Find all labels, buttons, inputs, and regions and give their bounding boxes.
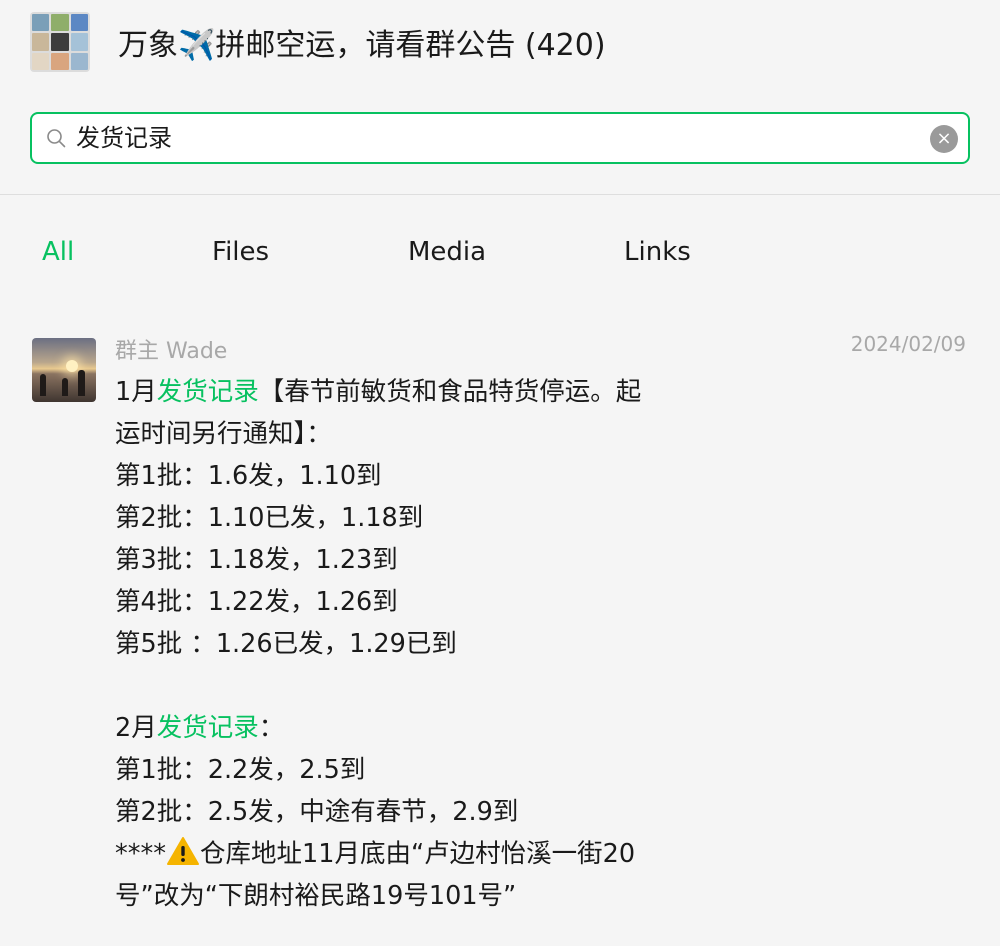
chat-header: 万象✈️拼邮空运，请看群公告 (420)	[0, 0, 1000, 90]
search-box[interactable]: 发货记录 ×	[30, 112, 970, 164]
tab-media[interactable]: Media	[408, 230, 486, 274]
close-icon: ×	[936, 128, 952, 149]
header-divider	[0, 194, 1000, 195]
tab-files[interactable]: Files	[212, 230, 269, 274]
group-avatar[interactable]	[30, 12, 90, 72]
message-line: 第1批：2.2发，2.5到	[115, 749, 715, 791]
warning-icon	[167, 837, 199, 865]
message-line: 第1批：1.6发，1.10到	[115, 455, 715, 497]
message-line: 第4批：1.22发，1.26到	[115, 581, 715, 623]
message-date: 2024/02/09	[850, 332, 966, 356]
message-line: 号”改为“下朗村裕民路19号101号”	[115, 875, 715, 917]
message-text: 2月	[115, 713, 157, 743]
search-highlight: 发货记录	[156, 377, 259, 407]
search-icon	[47, 129, 66, 148]
message-line: 1月发货记录【春节前敏货和食品特货停运。起	[115, 371, 715, 413]
group-title: 万象✈️拼邮空运，请看群公告 (420)	[118, 28, 606, 63]
sender-avatar[interactable]	[32, 338, 96, 402]
message-line: 第2批：2.5发，中途有春节，2.9到	[115, 791, 715, 833]
message-text: ：	[258, 713, 285, 743]
message-text: 第1批：1.6发，1.10到	[115, 461, 382, 491]
message-line: 第5批 ：1.26已发，1.29已到	[115, 623, 715, 665]
message-text: 第2批：1.10已发，1.18到	[115, 503, 424, 533]
message-text: 仓库地址11月底由“卢边村怡溪一街20	[200, 839, 636, 869]
message-text: 第4批：1.22发，1.26到	[115, 587, 398, 617]
message-text: ****	[115, 839, 166, 869]
tab-links[interactable]: Links	[624, 230, 691, 274]
message-line	[115, 665, 715, 707]
message-line: 运时间另行通知】：	[115, 413, 715, 455]
message-line: 第2批：1.10已发，1.18到	[115, 497, 715, 539]
message-text: 第3批：1.18发，1.23到	[115, 545, 398, 575]
search-input[interactable]: 发货记录	[76, 123, 172, 153]
filter-tabs: All Files Media Links	[0, 230, 1000, 274]
message-text: 第1批：2.2发，2.5到	[115, 755, 366, 785]
message-text: 第2批：2.5发，中途有春节，2.9到	[115, 797, 519, 827]
message-text: 运时间另行通知】：	[115, 419, 332, 449]
message-text: 1月	[115, 377, 157, 407]
message-line: 2月发货记录：	[115, 707, 715, 749]
tab-all[interactable]: All	[42, 230, 74, 274]
search-highlight: 发货记录	[156, 713, 259, 743]
sender-name: 群主 Wade	[115, 339, 228, 364]
clear-search-button[interactable]: ×	[930, 125, 958, 153]
message-text: 【春节前敏货和食品特货停运。起	[258, 377, 642, 407]
message-text: 第5批 ：1.26已发，1.29已到	[115, 629, 457, 659]
message-line: **** 仓库地址11月底由“卢边村怡溪一街20	[115, 833, 715, 875]
message-line: 第3批：1.18发，1.23到	[115, 539, 715, 581]
message-text: 号”改为“下朗村裕民路19号101号”	[115, 881, 517, 911]
message-body[interactable]: 1月发货记录【春节前敏货和食品特货停运。起 运时间另行通知】： 第1批：1.6发，1…	[115, 371, 715, 917]
